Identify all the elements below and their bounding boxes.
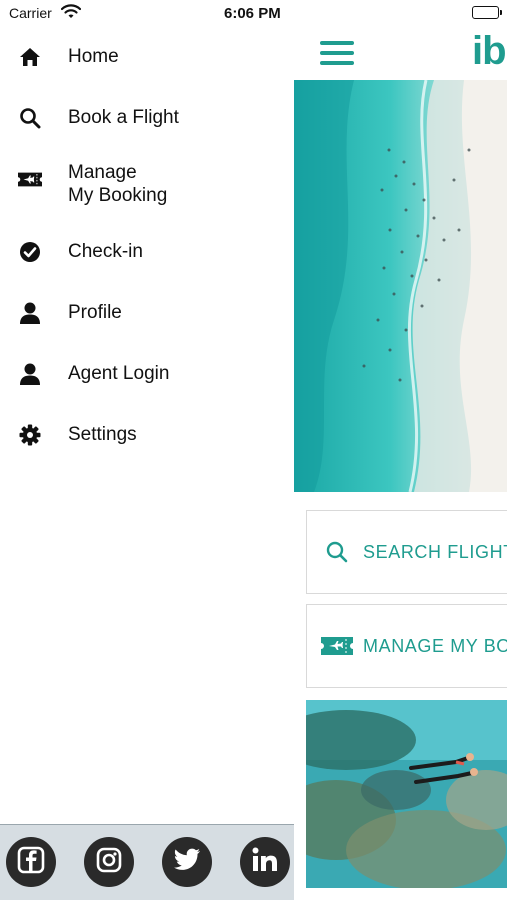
menu-item-manage-booking[interactable]: Manage My Booking [0, 154, 294, 216]
brand-logo: ib [472, 29, 507, 73]
search-flight-label: SEARCH FLIGHT [363, 541, 507, 562]
hero-beach-image [294, 80, 507, 492]
menu-label-book-a-flight: Book a Flight [68, 107, 179, 128]
battery-icon [472, 6, 502, 19]
twitter-icon [173, 848, 201, 877]
linkedin-icon [251, 846, 279, 879]
status-time: 6:06 PM [224, 5, 281, 22]
menu-label-settings: Settings [68, 424, 137, 445]
carrier-label: Carrier [9, 5, 52, 21]
wifi-icon [60, 4, 82, 22]
menu-item-profile[interactable]: Profile [0, 288, 294, 338]
search-flight-card[interactable]: SEARCH FLIGHT [306, 510, 507, 594]
ticket-icon [319, 637, 355, 655]
instagram-icon [95, 846, 123, 879]
app-top-bar: ib [294, 28, 507, 80]
status-bar: Carrier 6:06 PM [0, 0, 507, 28]
menu-item-settings[interactable]: Settings [0, 410, 294, 460]
social-links-bar [0, 824, 294, 900]
menu-label-check-in: Check-in [68, 241, 143, 262]
menu-label-profile: Profile [68, 302, 122, 323]
user-icon [18, 301, 42, 325]
search-icon [18, 106, 42, 130]
menu-item-book-a-flight[interactable]: Book a Flight [0, 93, 294, 143]
menu-item-home[interactable]: Home [0, 32, 294, 82]
facebook-button[interactable] [6, 837, 56, 887]
instagram-button[interactable] [84, 837, 134, 887]
facebook-icon [17, 846, 45, 879]
linkedin-button[interactable] [240, 837, 290, 887]
menu-label-manage-booking: Manage My Booking [68, 162, 168, 206]
home-icon [18, 45, 42, 69]
twitter-button[interactable] [162, 837, 212, 887]
menu-label-agent-login: Agent Login [68, 363, 170, 384]
manage-booking-card[interactable]: MANAGE MY BO [306, 604, 507, 688]
user-icon [18, 362, 42, 386]
menu-label-home: Home [68, 46, 119, 67]
app-screen: ib SEARCH FLIGHT MANAGE MY BO [294, 0, 507, 900]
hamburger-menu-icon[interactable] [320, 41, 354, 67]
menu-item-check-in[interactable]: Check-in [0, 227, 294, 277]
menu-item-agent-login[interactable]: Agent Login [0, 349, 294, 399]
snorkel-promo-image[interactable] [306, 700, 507, 888]
navigation-drawer: Home Book a Flight Manage My Booking Che… [0, 28, 294, 900]
gear-icon [18, 423, 42, 447]
check-circle-icon [18, 240, 42, 264]
ticket-icon [18, 167, 42, 191]
search-icon [319, 540, 355, 564]
manage-booking-label: MANAGE MY BO [363, 635, 507, 656]
